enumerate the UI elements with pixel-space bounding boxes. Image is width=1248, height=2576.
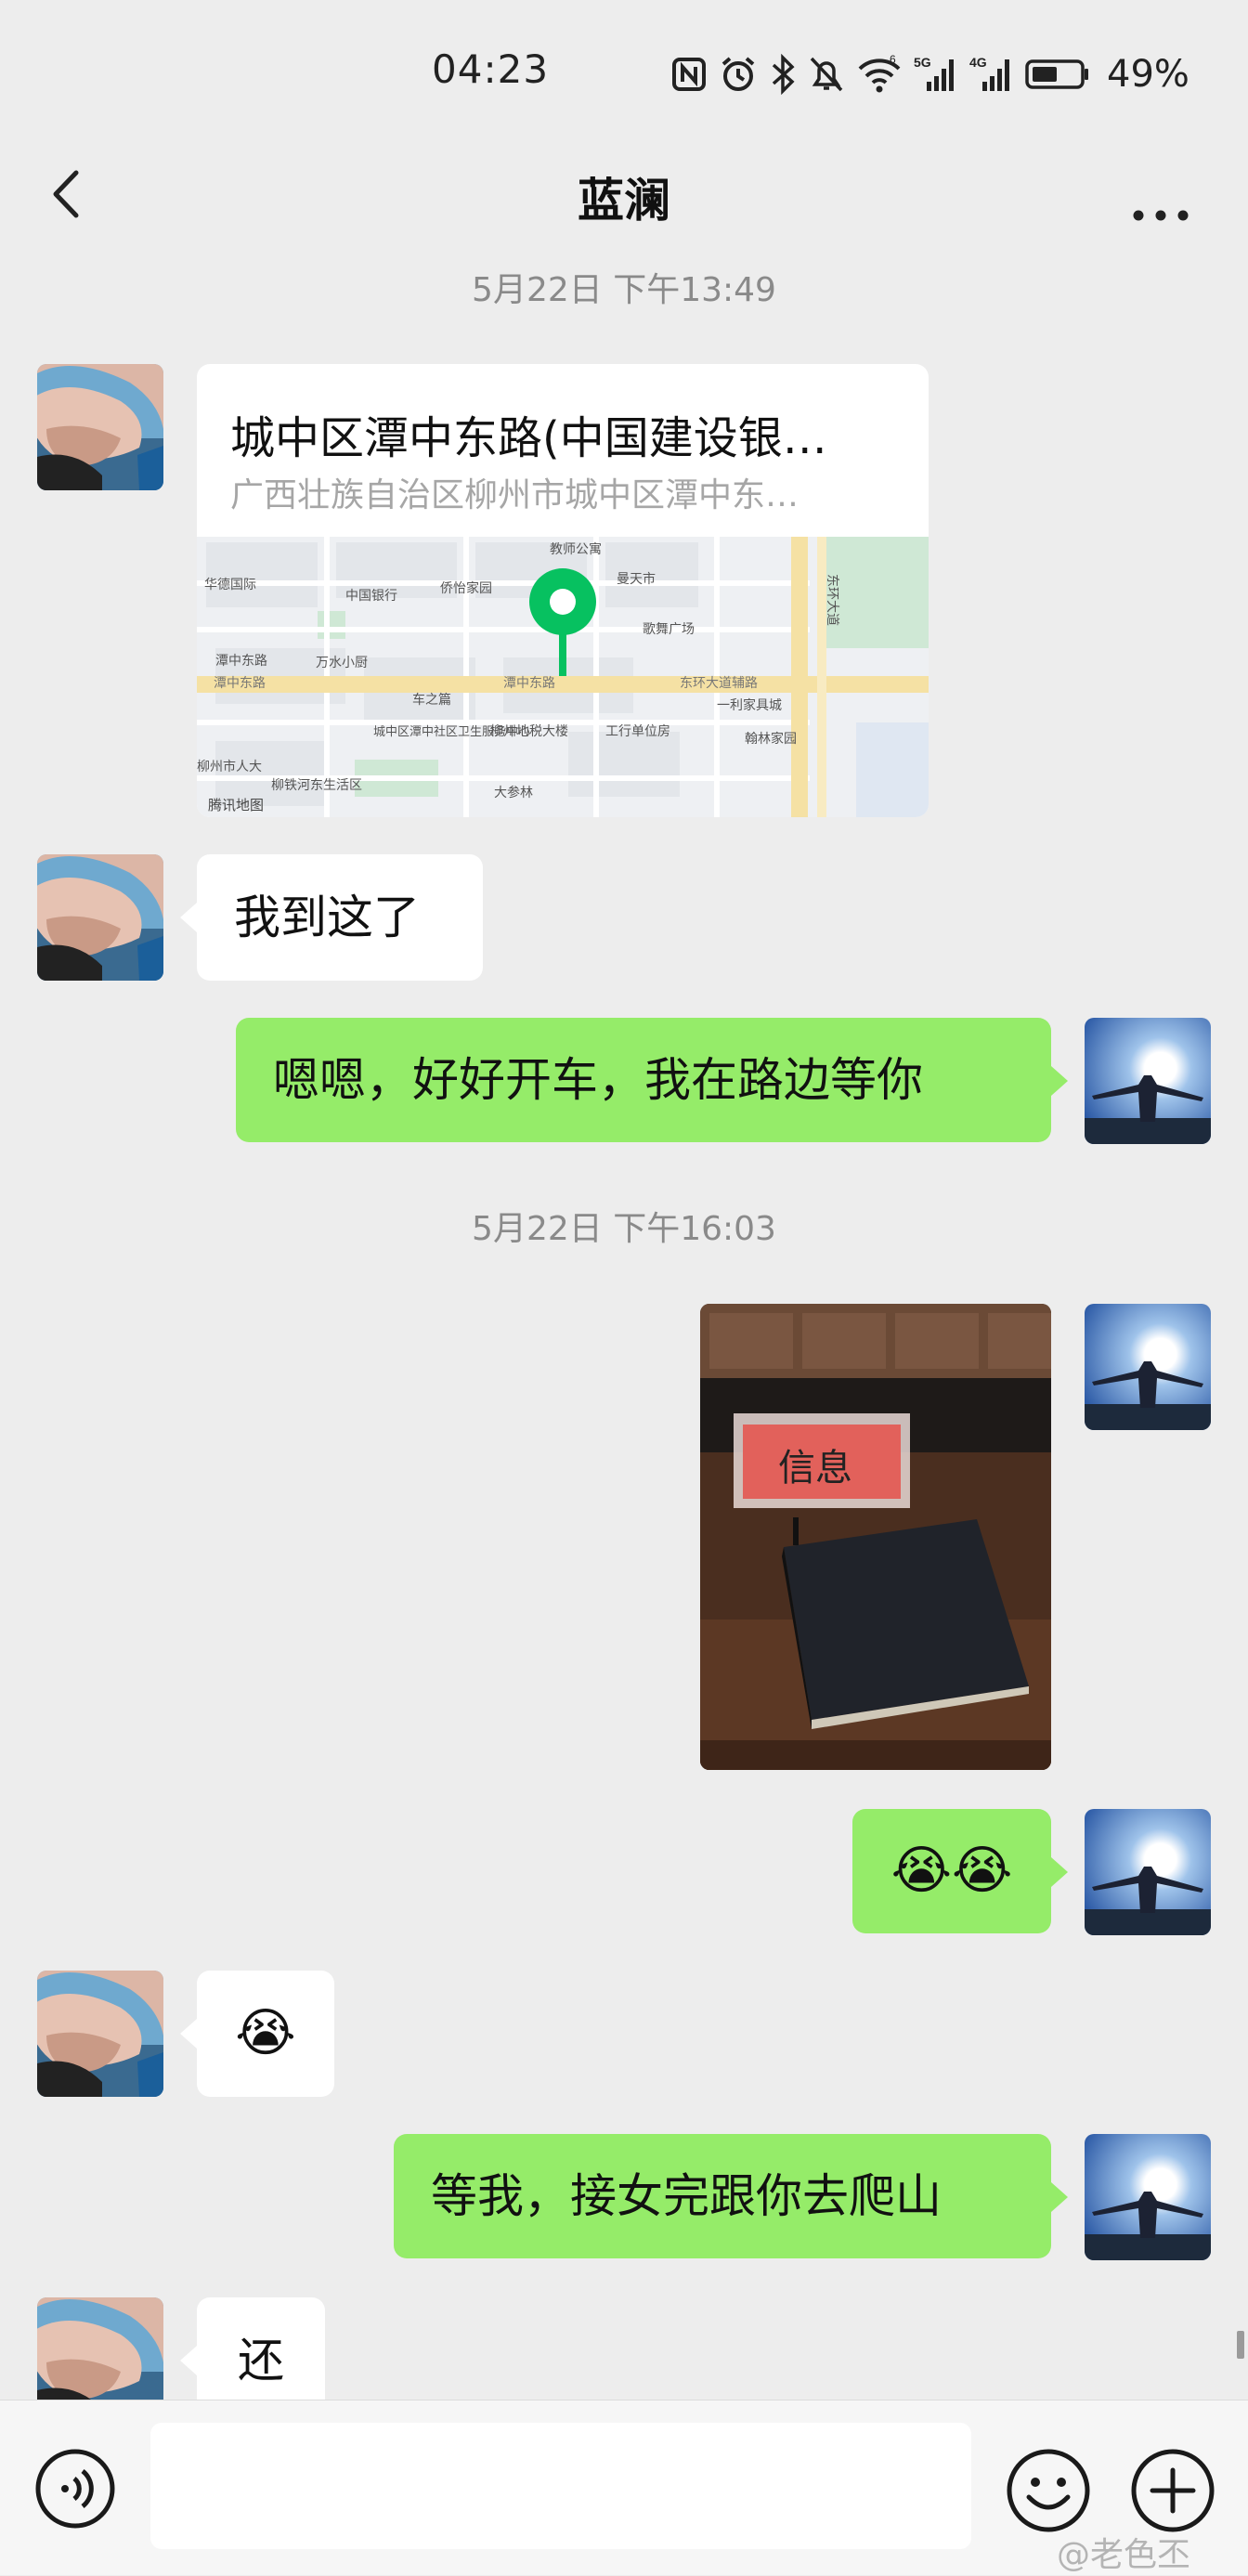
status-icons: 6 5G 4G 49% xyxy=(670,46,1190,102)
photo-notebook-on-desk: 信息 xyxy=(700,1304,1051,1770)
chat-timestamp: 5月22日 下午16:03 xyxy=(472,1210,776,1248)
map-label: 柳铁河东生活区 xyxy=(271,777,362,792)
battery-percent: 49% xyxy=(1107,53,1190,96)
message-bubble-incoming[interactable]: 😭 xyxy=(180,1971,334,2097)
message-text: 还 xyxy=(238,2334,284,2387)
avatar[interactable] xyxy=(1085,1018,1211,1144)
wifi-icon: 6 xyxy=(858,54,901,93)
my-avatar-image xyxy=(1085,2134,1211,2260)
image-message[interactable]: 信息 xyxy=(700,1304,1051,1770)
avatar[interactable] xyxy=(1085,1809,1211,1935)
avatar[interactable] xyxy=(37,1971,163,2097)
map-label: 歌舞广场 xyxy=(643,621,695,636)
chat-header: 蓝澜 xyxy=(0,139,1248,260)
my-avatar-image xyxy=(1085,1304,1211,1430)
avatar[interactable] xyxy=(1085,1304,1211,1430)
map-label: 工行单位房 xyxy=(605,723,670,738)
signal-4g-icon: 4G xyxy=(969,55,1009,91)
map-label: 潭中东路 xyxy=(503,675,555,690)
emoji-icon[interactable] xyxy=(1005,2447,1092,2534)
chat-timestamp: 5月22日 下午13:49 xyxy=(472,271,776,309)
message-input[interactable] xyxy=(150,2423,971,2549)
bluetooth-icon xyxy=(772,54,795,95)
avatar[interactable] xyxy=(37,854,163,981)
emoji-crying-icon: 😭 xyxy=(952,1841,1013,1902)
map-label: 一利家具城 xyxy=(717,697,782,712)
message-bubble-outgoing[interactable]: 嗯嗯，好好开车，我在路边等你 xyxy=(236,1018,1068,1142)
map-label: 教师公寓 xyxy=(550,541,602,556)
map-label: 翰林家园 xyxy=(745,731,797,746)
avatar[interactable] xyxy=(37,364,163,490)
signal-5g-icon: 5G xyxy=(914,55,954,91)
contact-avatar-image xyxy=(37,364,163,490)
message-text: 等我，接女完跟你去爬山 xyxy=(431,2169,942,2223)
emoji-crying-icon: 😭 xyxy=(235,2003,296,2064)
map-label: 东环大道 xyxy=(826,574,840,626)
map-provider-label: 腾讯地图 xyxy=(208,798,264,813)
svg-text:6: 6 xyxy=(890,54,896,66)
contact-avatar-image xyxy=(37,854,163,981)
map-label: 东环大道辅路 xyxy=(680,675,758,690)
map-label: 车之篇 xyxy=(412,692,451,707)
status-bar: 04:23 6 5G 4G 49% xyxy=(0,0,1248,139)
scrollbar-thumb[interactable] xyxy=(1237,2331,1244,2359)
page-title: 蓝澜 xyxy=(578,174,670,228)
watermark: @老色丕 xyxy=(1057,2536,1191,2574)
contact-avatar-image xyxy=(37,1971,163,2097)
location-map: 潭中东路 万水小厨 中国银行 侨怡家园 潭中东路 潭中东路 东环大道辅路 教师公… xyxy=(197,537,929,817)
map-label: 柳州市人大 xyxy=(197,759,262,774)
nfc-icon xyxy=(672,58,706,91)
message-text: 嗯嗯，好好开车，我在路边等你 xyxy=(273,1053,923,1107)
status-time: 04:23 xyxy=(432,46,550,92)
map-label: 大参林 xyxy=(494,785,533,800)
map-label: 潭中东路 xyxy=(214,675,266,690)
location-title: 城中区潭中东路(中国建设银… xyxy=(230,412,827,464)
map-label: 柳州地税大楼 xyxy=(490,723,568,738)
alarm-icon xyxy=(722,57,755,91)
mute-icon xyxy=(810,57,843,92)
map-label: 万水小厨 xyxy=(316,655,368,670)
location-address: 广西壮族自治区柳州市城中区潭中东… xyxy=(230,476,800,514)
location-message-card[interactable]: 城中区潭中东路(中国建设银… 广西壮族自治区柳州市城中区潭中东… 潭中东路 万水… xyxy=(197,364,929,817)
more-dots-icon[interactable] xyxy=(1124,162,1198,227)
battery-icon xyxy=(1025,59,1088,89)
map-label: 潭中东路 xyxy=(215,653,267,668)
network-4g-label: 4G xyxy=(969,55,987,70)
message-bubble-incoming[interactable]: 我到这了 xyxy=(180,854,483,981)
emoji-crying-icon: 😭 xyxy=(890,1841,952,1902)
message-bubble-outgoing[interactable]: 等我，接女完跟你去爬山 xyxy=(394,2134,1068,2258)
my-avatar-image xyxy=(1085,1018,1211,1144)
plus-icon[interactable] xyxy=(1129,2447,1216,2534)
map-label: 侨怡家园 xyxy=(440,580,492,595)
network-5g-label: 5G xyxy=(914,55,931,70)
map-label: 中国银行 xyxy=(345,588,397,603)
photo-sign-text: 信息 xyxy=(778,1447,852,1490)
message-bubble-outgoing[interactable]: 😭 😭 xyxy=(852,1809,1068,1933)
map-label: 曼天市 xyxy=(617,571,656,586)
my-avatar-image xyxy=(1085,1809,1211,1935)
avatar[interactable] xyxy=(1085,2134,1211,2260)
map-label: 华德国际 xyxy=(204,577,256,592)
message-text: 我到这了 xyxy=(234,891,420,944)
voice-icon[interactable] xyxy=(33,2447,117,2530)
